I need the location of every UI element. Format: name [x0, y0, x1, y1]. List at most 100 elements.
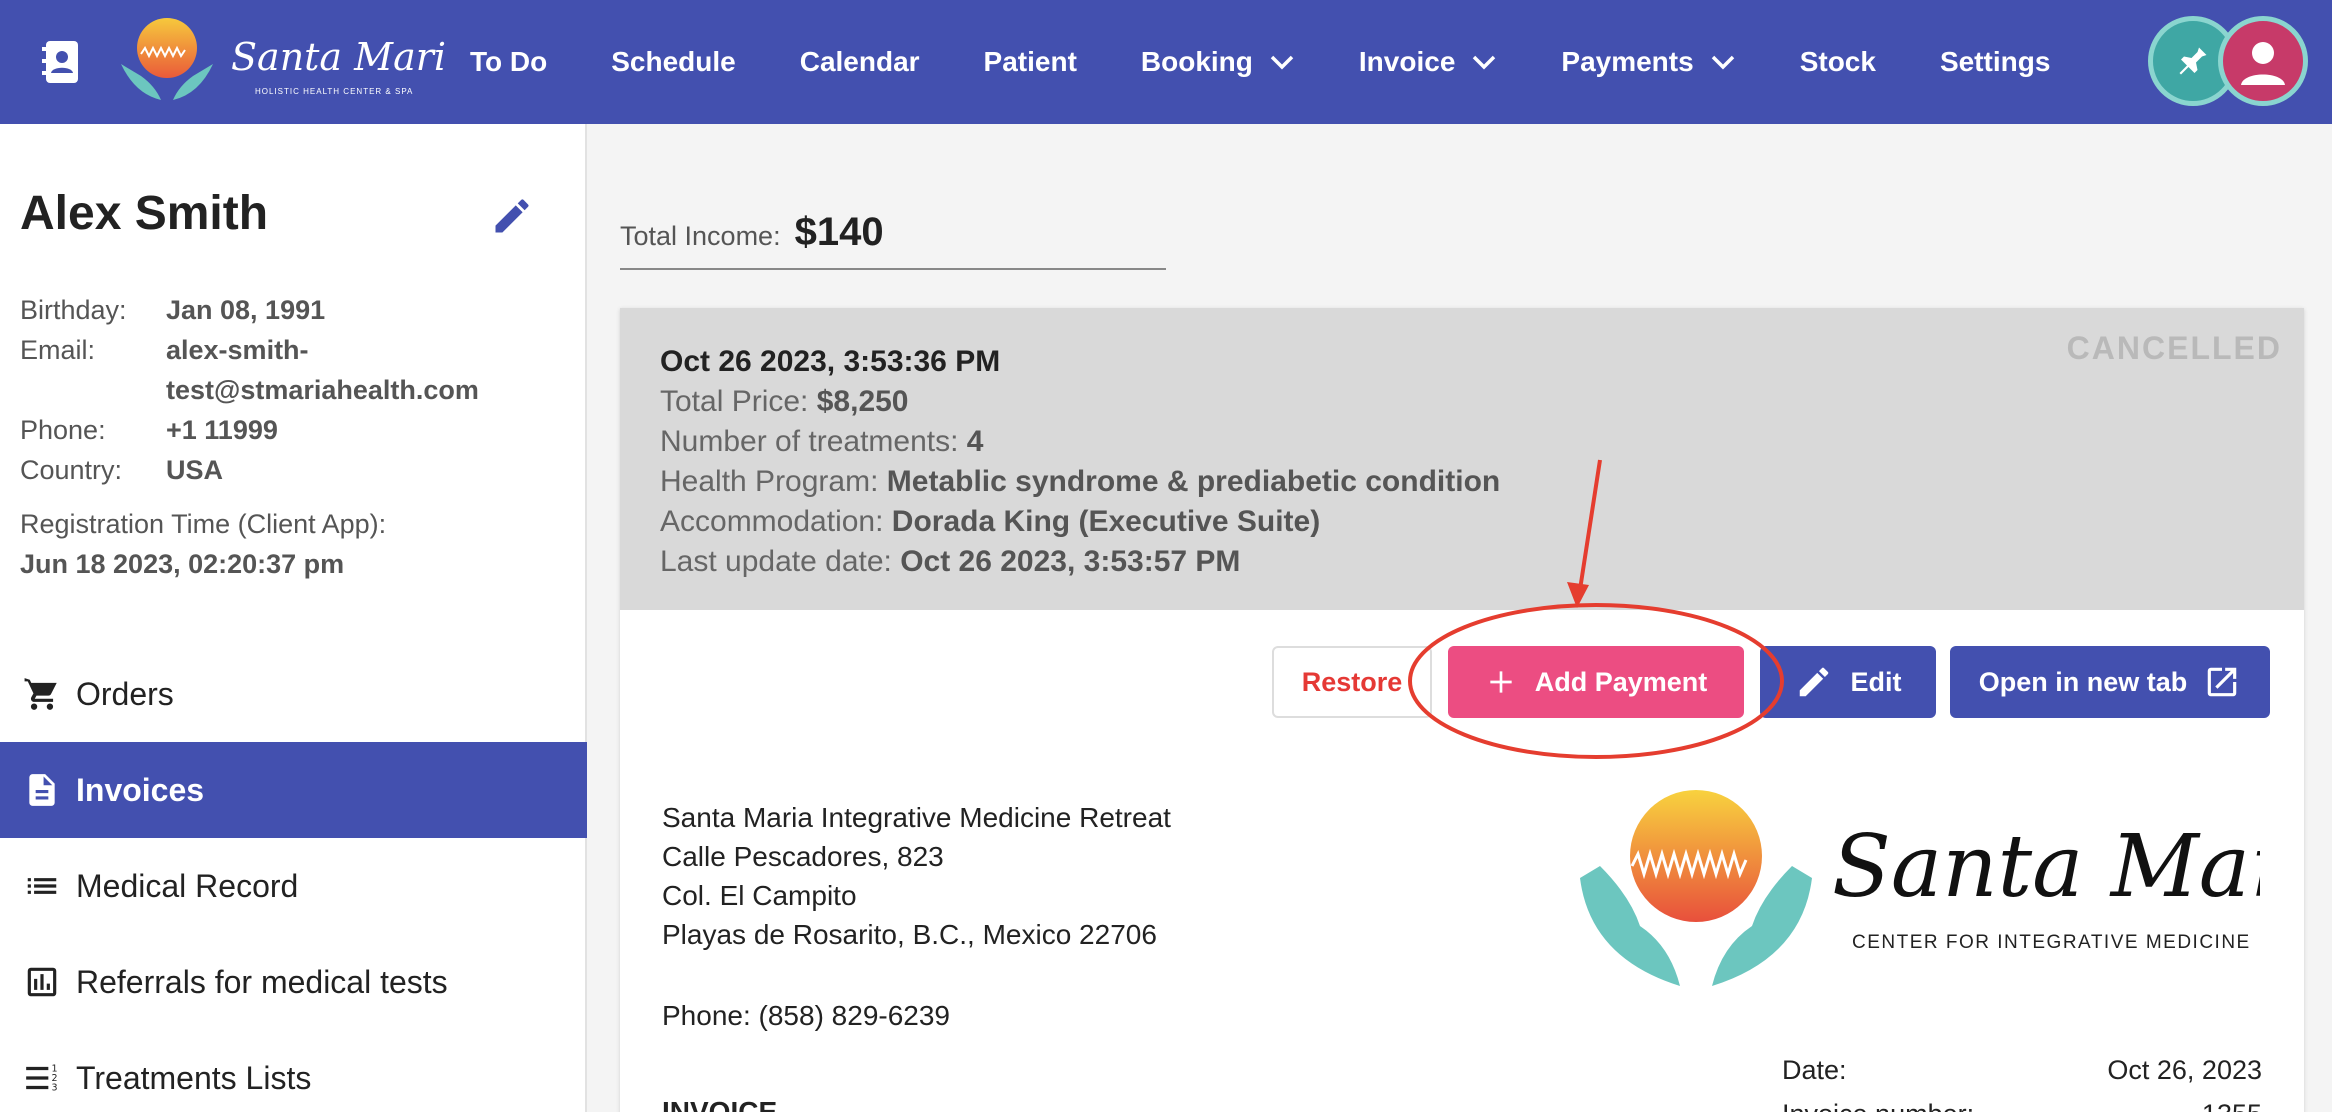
nav-stock[interactable]: Stock	[1800, 46, 1876, 78]
nav-label: Calendar	[799, 46, 920, 77]
total-income: Total Income: $140	[620, 210, 1166, 270]
open-new-tab-button[interactable]: Open in new tab	[1950, 646, 2270, 718]
nav-payments[interactable]: Payments	[1561, 46, 1735, 78]
clinic-city: Playas de Rosarito, B.C., Mexico 22706	[662, 919, 1157, 950]
program-value: Metablic syndrome & prediabetic conditio…	[886, 465, 1501, 498]
clinic-phone: Phone: (858) 829-6239	[662, 1000, 950, 1031]
user-controls	[2148, 16, 2308, 108]
nav-calendar[interactable]: Calendar	[800, 46, 920, 78]
email-label: Email:	[20, 335, 96, 365]
email-value-cont: test@stmariahealth.com	[166, 375, 479, 405]
nav-label: Stock	[1799, 46, 1876, 77]
invoice-card: CANCELLED Oct 26 2023, 3:53:36 PM Total …	[620, 308, 2332, 1112]
open-new-tab-label: Open in new tab	[1978, 666, 2188, 697]
santa-maria-logo[interactable]: Santa Maria HOLISTIC HEALTH CENTER & SPA	[115, 14, 469, 110]
chevron-down-icon	[1473, 55, 1496, 70]
clinic-address: Santa Maria Integrative Medicine Retreat…	[662, 798, 1171, 954]
sidebar-menu: Orders Invoices Medical Record Referrals…	[0, 646, 587, 1112]
bar-chart-icon	[22, 962, 62, 1002]
svg-text:CENTER FOR INTEGRATIVE MEDICIN: CENTER FOR INTEGRATIVE MEDICINE	[1852, 932, 2251, 953]
sidebar-item-label: Medical Record	[76, 867, 299, 904]
plus-icon	[1490, 671, 1512, 693]
invoice-summary: Oct 26 2023, 3:53:36 PM Total Price: $8,…	[660, 342, 1500, 582]
status-badge: CANCELLED	[2066, 330, 2282, 366]
total-price-value: $8,250	[816, 385, 909, 418]
main-content: Total Income: $140 CANCELLED Oct 26 2023…	[588, 124, 2332, 1112]
nav-label: Invoice	[1358, 46, 1456, 77]
treatments-value: 4	[966, 425, 984, 458]
invoice-card-header: CANCELLED Oct 26 2023, 3:53:36 PM Total …	[620, 308, 2304, 610]
clinic-colony: Col. El Campito	[662, 880, 857, 911]
add-payment-label: Add Payment	[1534, 666, 1708, 697]
accommodation-label: Accommodation:	[660, 505, 884, 538]
restore-button[interactable]: Restore	[1272, 646, 1432, 718]
clinic-street: Calle Pescadores, 823	[662, 841, 944, 872]
sidebar-item-label: Treatments Lists	[76, 1059, 312, 1096]
nav-label: Patient	[983, 46, 1077, 77]
invoice-meta: Date: Oct 26, 2023 Invoice number: 1355	[1782, 1048, 2262, 1112]
avatar[interactable]	[2218, 16, 2308, 106]
chevron-down-icon	[1711, 55, 1734, 70]
nav-schedule[interactable]: Schedule	[611, 46, 735, 78]
nav-patient[interactable]: Patient	[984, 46, 1077, 78]
patient-name: Alex Smith	[20, 187, 269, 240]
sidebar-item-invoices[interactable]: Invoices	[0, 742, 587, 838]
program-label: Health Program:	[660, 465, 879, 498]
nav-label: Settings	[1939, 46, 2051, 77]
invoice-logo: Santa Maria CENTER FOR INTEGRATIVE MEDIC…	[1570, 786, 2332, 996]
nav-todo[interactable]: To Do	[470, 46, 547, 78]
svg-text:3: 3	[52, 1083, 58, 1094]
phone-label: Phone:	[20, 415, 106, 445]
invoice-date: Oct 26 2023, 3:53:36 PM	[660, 345, 1001, 378]
svg-text:Santa Maria: Santa Maria	[1832, 817, 2260, 917]
accommodation-value: Dorada King (Executive Suite)	[891, 505, 1321, 538]
sidebar-item-label: Referrals for medical tests	[76, 963, 448, 1000]
date-label: Date:	[1782, 1055, 1847, 1085]
date-value: Oct 26, 2023	[2107, 1055, 2262, 1085]
nav-invoice[interactable]: Invoice	[1359, 46, 1497, 78]
invoice-number-label: Invoice number:	[1782, 1092, 1974, 1112]
nav-label: Booking	[1140, 46, 1253, 77]
birthday-value: Jan 08, 1991	[166, 295, 326, 325]
total-price-label: Total Price:	[660, 385, 809, 418]
phone-value: +1 11999	[166, 415, 278, 445]
edit-label: Edit	[1850, 666, 1902, 697]
pin-icon	[2179, 47, 2207, 75]
nav-label: Payments	[1561, 46, 1694, 77]
sidebar-item-medical-record[interactable]: Medical Record	[0, 838, 587, 934]
sidebar-item-label: Orders	[76, 675, 174, 712]
patient-info: Birthday: Jan 08, 1991 Email: alex-smith- …	[20, 290, 479, 490]
treatments-label: Number of treatments:	[660, 425, 959, 458]
sidebar-item-label: Invoices	[76, 771, 205, 808]
pencil-icon	[1799, 667, 1828, 697]
main-nav: To Do Schedule Calendar Patient Booking …	[470, 0, 2114, 124]
country-value: USA	[166, 455, 224, 485]
income-value: $140	[794, 210, 884, 254]
list-icon	[22, 866, 62, 906]
document-icon	[22, 770, 62, 810]
top-navbar: Santa Maria HOLISTIC HEALTH CENTER & SPA…	[0, 0, 2332, 124]
last-update-value: Oct 26 2023, 3:53:57 PM	[900, 545, 1241, 578]
registration-info: Registration Time (Client App): Jun 18 2…	[20, 504, 386, 584]
sidebar-item-treatments[interactable]: 123 Treatments Lists	[0, 1030, 587, 1112]
birthday-label: Birthday:	[20, 295, 127, 325]
add-payment-button[interactable]: Add Payment	[1448, 646, 1744, 718]
nav-settings[interactable]: Settings	[1940, 46, 2050, 78]
patient-sidebar: Alex Smith Birthday: Jan 08, 1991 Email: a…	[0, 124, 587, 1112]
clinic-name: Santa Maria Integrative Medicine Retreat	[662, 802, 1171, 833]
cart-icon	[22, 674, 62, 714]
nav-booking[interactable]: Booking	[1141, 46, 1295, 78]
invoice-number-value: 1355	[2202, 1092, 2262, 1112]
nav-label: To Do	[470, 46, 548, 77]
last-update-label: Last update date:	[660, 545, 892, 578]
email-value: alex-smith-	[166, 335, 309, 365]
restore-label: Restore	[1301, 666, 1403, 697]
edit-button[interactable]: Edit	[1760, 646, 1936, 718]
income-label: Total Income:	[620, 221, 781, 251]
edit-patient-button[interactable]	[490, 194, 534, 238]
contact-card-icon[interactable]	[30, 32, 90, 92]
registration-time: Jun 18 2023, 02:20:37 pm	[20, 549, 345, 579]
numbered-list-icon: 123	[22, 1058, 62, 1098]
sidebar-item-orders[interactable]: Orders	[0, 646, 587, 742]
sidebar-item-referrals[interactable]: Referrals for medical tests	[0, 934, 587, 1030]
